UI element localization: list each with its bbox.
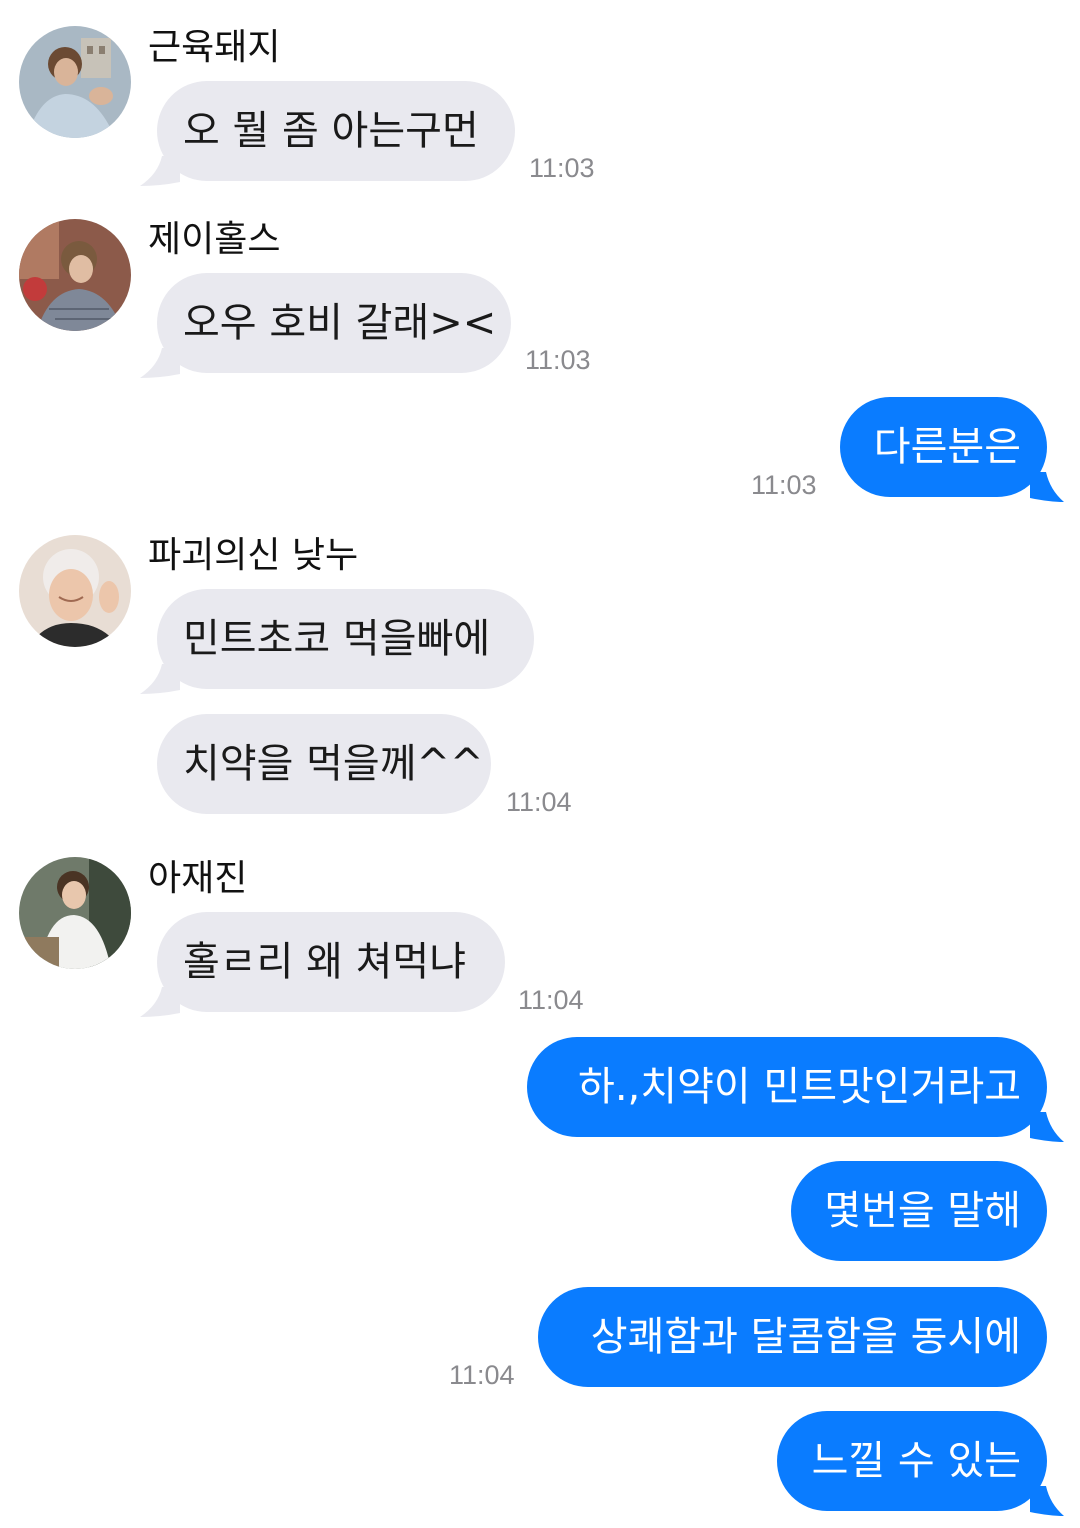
avatar-photo [19, 857, 131, 969]
bubble-tail [1030, 1486, 1070, 1516]
avatar-photo [19, 535, 131, 647]
bubble-tail [1030, 1112, 1070, 1142]
timestamp: 11:04 [449, 1360, 515, 1390]
avatar[interactable] [19, 26, 131, 138]
message-bubble[interactable]: 오우 호비 갈래>< [157, 273, 511, 373]
timestamp: 11:03 [751, 470, 817, 500]
message-bubble[interactable]: 느낄 수 있는 [777, 1411, 1047, 1511]
message-bubble[interactable]: 몇번을 말해 [791, 1161, 1047, 1261]
timestamp: 11:04 [506, 787, 572, 817]
message-bubble[interactable]: 홀ㄹ리 왜 쳐먹냐 [157, 912, 505, 1012]
avatar-photo [19, 26, 131, 138]
message-bubble[interactable]: 하.,치약이 민트맛인거라고 [527, 1037, 1047, 1137]
avatar-photo [19, 219, 131, 331]
sender-name: 아재진 [148, 858, 248, 899]
sender-name: 제이홀스 [148, 219, 281, 260]
bubble-tail [1030, 472, 1070, 502]
avatar[interactable] [19, 535, 131, 647]
message-bubble[interactable]: 민트초코 먹을빠에 [157, 589, 534, 689]
avatar[interactable] [19, 219, 131, 331]
sender-name: 근육돼지 [148, 27, 281, 68]
message-bubble[interactable]: 상쾌함과 달콤함을 동시에 [538, 1287, 1047, 1387]
message-bubble[interactable]: 다른분은 [840, 397, 1047, 497]
timestamp: 11:03 [525, 345, 591, 375]
message-bubble[interactable]: 오 뭘 좀 아는구먼 [157, 81, 515, 181]
timestamp: 11:04 [518, 985, 584, 1015]
message-bubble[interactable]: 치약을 먹을께^^ [157, 714, 491, 814]
timestamp: 11:03 [529, 153, 595, 183]
sender-name: 파괴의신 낮누 [148, 535, 359, 576]
avatar[interactable] [19, 857, 131, 969]
